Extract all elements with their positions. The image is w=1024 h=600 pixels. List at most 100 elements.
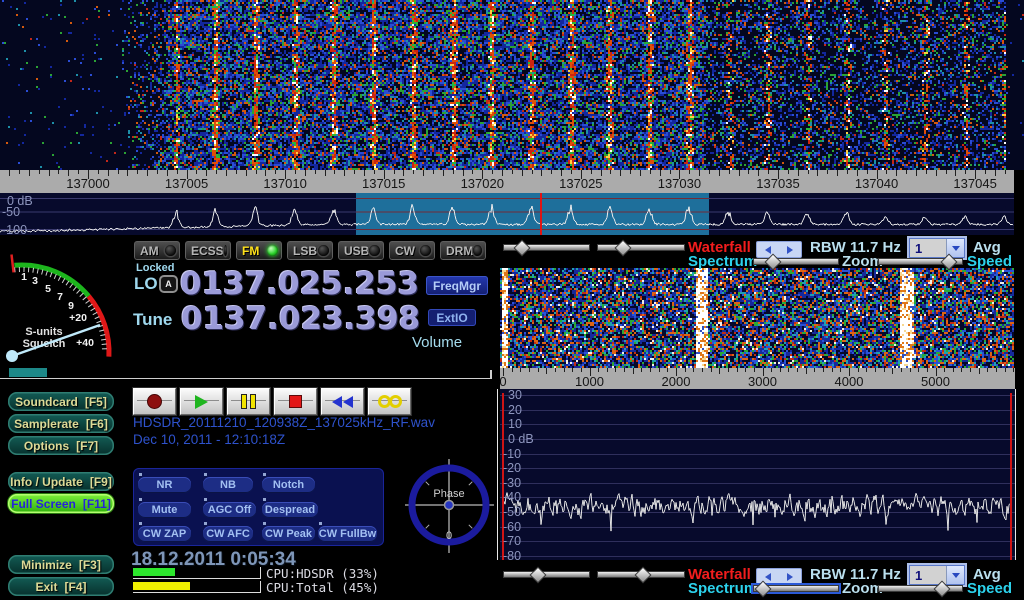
brightness-slider[interactable] — [597, 569, 685, 580]
speed-label: Speed — [967, 580, 1012, 597]
cpu-total-text: CPU:Total (45%) — [266, 580, 379, 595]
mode-button-drm[interactable]: DRM — [439, 240, 487, 261]
dsp-button-agc-off[interactable]: AGC Off — [203, 502, 256, 518]
mode-button-cw[interactable]: CW — [388, 240, 436, 261]
stop-icon — [289, 395, 302, 408]
contrast-slider[interactable] — [503, 569, 590, 580]
avg-dropdown[interactable]: 1 — [909, 565, 965, 585]
record-button[interactable] — [133, 388, 176, 415]
zoom-slider[interactable] — [753, 256, 839, 267]
mode-button-fm[interactable]: FM — [235, 240, 283, 261]
chevron-down-icon — [952, 246, 960, 251]
s-units-label: S-units — [25, 326, 62, 338]
squelch-marker[interactable] — [12, 255, 14, 273]
volume-label: Volume — [412, 334, 462, 351]
brightness-slider-thumb[interactable] — [634, 567, 651, 584]
mode-led — [267, 245, 278, 256]
menu-button-soundcard[interactable]: Soundcard[F5] — [8, 392, 114, 411]
contrast-slider[interactable] — [503, 242, 590, 253]
rf-frequency-scale[interactable] — [0, 170, 1014, 193]
mode-button-label: ECSS — [191, 244, 224, 258]
speed-slider[interactable] — [878, 583, 963, 594]
dsp-button-cw-fullbw[interactable]: CW FullBw — [318, 526, 377, 542]
menu-button-full-screen[interactable]: Full Screen[F11] — [8, 494, 114, 513]
spin-right-icon[interactable] — [787, 246, 793, 254]
mode-button-usb[interactable]: USB — [337, 240, 385, 261]
spin-left-icon[interactable] — [765, 246, 771, 254]
pause-icon — [241, 394, 256, 409]
menu-button-label: Samplerate — [14, 417, 79, 431]
menu-button-key: [F11] — [83, 497, 111, 511]
dsp-button-cw-peak[interactable]: CW Peak — [262, 526, 315, 542]
menu-button-exit[interactable]: Exit[F4] — [8, 577, 114, 596]
af-frequency-scale[interactable] — [500, 368, 1015, 389]
play-icon — [195, 395, 208, 409]
menu-button-key: [F4] — [65, 580, 87, 594]
menu-button-minimize[interactable]: Minimize[F3] — [8, 555, 114, 574]
spectrum-label: Spectrum — [688, 253, 757, 270]
cpu-hdsdr-bar — [133, 567, 261, 579]
mode-led — [165, 245, 176, 256]
record-icon — [147, 394, 162, 409]
menu-button-samplerate[interactable]: Samplerate[F6] — [8, 414, 114, 433]
mode-button-label: LSB — [293, 244, 317, 258]
play-button[interactable] — [180, 388, 223, 415]
dsp-button-mute[interactable]: Mute — [138, 502, 191, 518]
dsp-button-nr[interactable]: NR — [138, 477, 191, 493]
dsp-button-despread[interactable]: Despread — [262, 502, 318, 518]
s-meter-scale-label: 5 — [45, 283, 51, 295]
extio-button[interactable]: ExtIO — [428, 309, 476, 326]
loop-button[interactable] — [368, 388, 411, 415]
s-meter-scale-label: 7 — [57, 291, 63, 303]
menu-button-info-update[interactable]: Info / Update[F9] — [8, 472, 114, 491]
contrast-slider-thumb[interactable] — [530, 567, 547, 584]
mode-button-lsb[interactable]: LSB — [286, 240, 334, 261]
avg-dropdown[interactable]: 1 — [909, 238, 965, 258]
brightness-slider-thumb[interactable] — [615, 240, 632, 257]
zoom-slider[interactable] — [753, 583, 839, 594]
tune-frequency[interactable]: 0137.023.398 — [181, 301, 420, 337]
rewind-icon — [332, 396, 353, 408]
phase-indicator: Phase 0 — [404, 457, 496, 555]
dsp-button-nb[interactable]: NB — [203, 477, 253, 493]
avg-dropdown-arrow[interactable] — [946, 566, 964, 584]
spin-left-icon[interactable] — [765, 573, 771, 581]
mode-button-label: DRM — [446, 244, 473, 258]
mode-button-am[interactable]: AM — [133, 240, 181, 261]
dsp-button-cw-afc[interactable]: CW AFC — [203, 526, 253, 542]
stop-button[interactable] — [274, 388, 317, 415]
pause-button[interactable] — [227, 388, 270, 415]
dsp-button-cw-zap[interactable]: CW ZAP — [138, 526, 191, 542]
rf-spectrum[interactable] — [0, 193, 1014, 235]
s-meter-scale-label: +20 — [69, 312, 87, 324]
freqmgr-button[interactable]: FreqMgr — [426, 276, 488, 295]
brightness-slider-track — [597, 244, 685, 251]
squelch-indicator[interactable] — [9, 368, 47, 377]
s-meter[interactable]: 13579+20+40 S-units Squelch — [0, 238, 130, 383]
af-spectrum[interactable] — [500, 389, 1015, 560]
menu-button-key: [F3] — [79, 558, 101, 572]
menu-button-key: [F9] — [90, 475, 112, 489]
contrast-slider-thumb[interactable] — [514, 240, 531, 257]
mode-led — [420, 245, 431, 256]
rf-waterfall[interactable] — [0, 0, 1024, 170]
spin-right-icon[interactable] — [787, 573, 793, 581]
avg-dropdown-value: 1 — [910, 239, 946, 257]
af-waterfall[interactable] — [500, 268, 1014, 368]
brightness-slider[interactable] — [597, 242, 685, 253]
speed-slider-thumb[interactable] — [933, 581, 950, 598]
speed-slider[interactable] — [878, 256, 963, 267]
menu-button-options[interactable]: Options[F7] — [8, 436, 114, 455]
lo-mode-badge[interactable]: A — [159, 275, 178, 293]
menu-button-key: [F5] — [85, 395, 107, 409]
mode-led — [473, 245, 482, 256]
separator-tick — [490, 370, 492, 379]
mode-button-label: FM — [242, 244, 259, 258]
mode-button-ecss[interactable]: ECSS — [184, 240, 232, 261]
dsp-button-notch[interactable]: Notch — [262, 477, 315, 493]
spectrum-label: Spectrum — [688, 580, 757, 597]
lo-frequency[interactable]: 0137.025.253 — [180, 266, 419, 302]
lo-label: LO — [134, 274, 158, 294]
mode-led — [318, 245, 329, 256]
rewind-button[interactable] — [321, 388, 364, 415]
